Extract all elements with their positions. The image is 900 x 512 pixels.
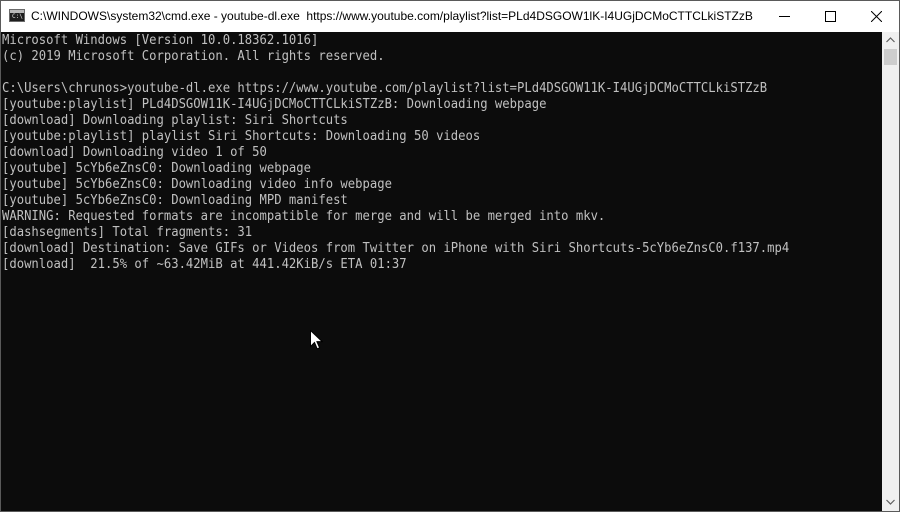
maximize-icon	[825, 11, 836, 22]
console-line-output: [dashsegments] Total fragments: 31	[2, 225, 253, 240]
close-icon	[871, 11, 882, 22]
scroll-up-icon	[886, 37, 895, 43]
scroll-down-button[interactable]	[882, 494, 899, 511]
minimize-button[interactable]	[761, 1, 807, 32]
console-output-area[interactable]: Microsoft Windows [Version 10.0.18362.10…	[1, 32, 882, 511]
console-line-destination: [download] Destination: Save GIFs or Vid…	[2, 241, 790, 256]
console-line-output: [youtube] 5cYb6eZnsC0: Downloading video…	[2, 177, 392, 192]
console-lines: Microsoft Windows [Version 10.0.18362.10…	[2, 33, 839, 273]
console-window: C:\ C:\WINDOWS\system32\cmd.exe - youtub…	[0, 0, 900, 512]
console-line-copyright: (c) 2019 Microsoft Corporation. All righ…	[2, 49, 385, 64]
console-line-version: Microsoft Windows [Version 10.0.18362.10…	[2, 33, 319, 48]
window-title: C:\WINDOWS\system32\cmd.exe - youtube-dl…	[31, 9, 753, 23]
scrollbar-thumb[interactable]	[884, 49, 897, 65]
console-line-output: [youtube] 5cYb6eZnsC0: Downloading webpa…	[2, 161, 312, 176]
minimize-icon	[779, 16, 790, 17]
scroll-down-icon	[886, 499, 895, 505]
close-button[interactable]	[853, 1, 899, 32]
console-line-output: [download] Downloading playlist: Siri Sh…	[2, 113, 348, 128]
console-line-command: C:\Users\chrunos>youtube-dl.exe https://…	[2, 81, 768, 96]
console-line-progress: [download] 21.5% of ~63.42MiB at 441.42K…	[2, 257, 407, 272]
scroll-up-button[interactable]	[882, 32, 899, 49]
console-line-warning: WARNING: Requested formats are incompati…	[2, 209, 606, 224]
console-line-output: [youtube:playlist] PLd4DSGOW11K-I4UGjDCM…	[2, 97, 547, 112]
cmd-app-icon[interactable]: C:\	[9, 9, 25, 22]
maximize-button[interactable]	[807, 1, 853, 32]
title-bar[interactable]: C:\ C:\WINDOWS\system32\cmd.exe - youtub…	[1, 1, 899, 32]
console-line-output: [youtube] 5cYb6eZnsC0: Downloading MPD m…	[2, 193, 348, 208]
console-line-output: [download] Downloading video 1 of 50	[2, 145, 267, 160]
arrow-cursor-icon	[310, 330, 323, 350]
vertical-scrollbar[interactable]	[882, 32, 899, 511]
app-icon-label: C:\	[12, 13, 23, 20]
console-line-output: [youtube:playlist] playlist Siri Shortcu…	[2, 129, 481, 144]
